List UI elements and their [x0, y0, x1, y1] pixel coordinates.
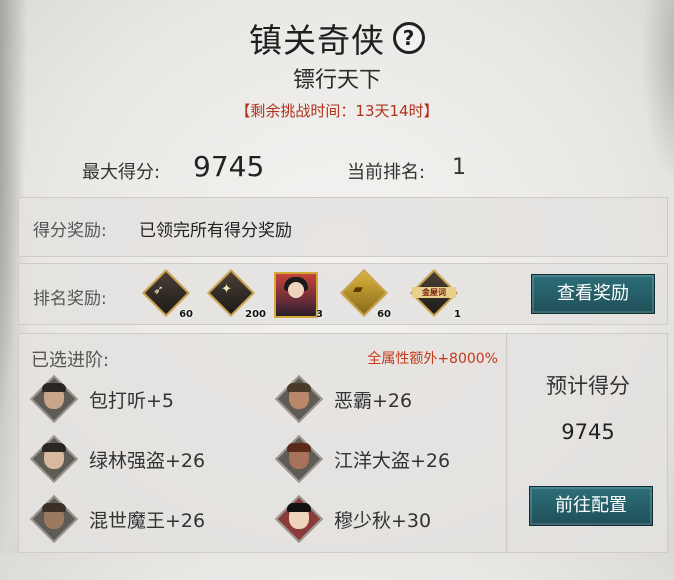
max-score-label: 最大得分: [82, 162, 161, 183]
view-rewards-button[interactable]: 查看奖励 [531, 274, 655, 314]
reward-item-hero-card[interactable]: 3 [271, 270, 323, 322]
hero-card-icon [274, 272, 318, 318]
advance-title: 已选进阶: [31, 350, 110, 371]
estimated-score-label: 预计得分 [546, 374, 630, 398]
reward-item-arrows[interactable]: ➶ 60 [141, 268, 193, 322]
hero-label: 穆少秋+30 [334, 510, 432, 532]
hero-portrait-icon [29, 374, 79, 424]
hero-label: 包打听+5 [89, 390, 175, 412]
hero-label: 江洋大盗+26 [334, 450, 451, 472]
rank-value: 1 [452, 155, 466, 180]
hero-label: 绿林强盗+26 [89, 450, 206, 472]
hero-portrait-icon [29, 494, 79, 544]
hero-portrait-icon [274, 374, 324, 424]
score-reward-status: 已领完所有得分奖励 [139, 221, 292, 241]
hero-slot[interactable]: 混世魔王+26 [29, 494, 249, 544]
hero-slot[interactable]: 绿林强盗+26 [29, 434, 249, 484]
title-bar: 镇关奇侠 ? [0, 14, 674, 62]
hero-portrait-icon [29, 434, 79, 484]
page-title: 镇关奇侠 [249, 21, 385, 60]
hero-slot[interactable]: 包打听+5 [29, 374, 249, 424]
remaining-time: 【剩余挑战时间：13天14时】 [235, 102, 439, 120]
reward-item-title-plaque[interactable]: 金屋词 1 [409, 268, 461, 322]
rank-reward-label: 排名奖励: [33, 289, 107, 309]
hero-slot[interactable]: 穆少秋+30 [274, 494, 494, 544]
hero-slot[interactable]: 江洋大盗+26 [274, 434, 494, 484]
hero-label: 混世魔王+26 [89, 510, 206, 532]
hero-slot[interactable]: 恶霸+26 [274, 374, 494, 424]
score-stats: 最大得分: 9745 当前排名: 1 [0, 148, 674, 188]
go-configure-button[interactable]: 前往配置 [529, 486, 653, 526]
estimated-score-panel: 预计得分 9745 前往配置 [506, 333, 668, 553]
estimated-score-value: 9745 [561, 420, 615, 444]
hero-portrait-icon [274, 494, 324, 544]
score-reward-label: 得分奖励: [33, 221, 107, 241]
rank-reward-row: 排名奖励: ➶ 60 ✦ 200 3 ▰ 60 金屋词 1 查看奖励 [18, 263, 668, 325]
page-subtitle: 镖行天下 [292, 68, 381, 93]
score-reward-row: 得分奖励: 已领完所有得分奖励 [18, 197, 668, 257]
hero-portrait-icon [274, 434, 324, 484]
max-score-value: 9745 [193, 150, 265, 183]
attribute-bonus: 全属性额外+8000% [367, 351, 498, 367]
rank-label: 当前排名: [347, 162, 426, 183]
hero-label: 恶霸+26 [334, 390, 413, 412]
reward-item-gold-book[interactable]: ▰ 60 [339, 268, 391, 322]
reward-item-token[interactable]: ✦ 200 [206, 268, 266, 322]
help-icon[interactable]: ? [393, 22, 425, 54]
selected-advance-panel: 已选进阶: 全属性额外+8000% 包打听+5 恶霸+26 绿林强盗+26 江洋… [18, 333, 506, 553]
